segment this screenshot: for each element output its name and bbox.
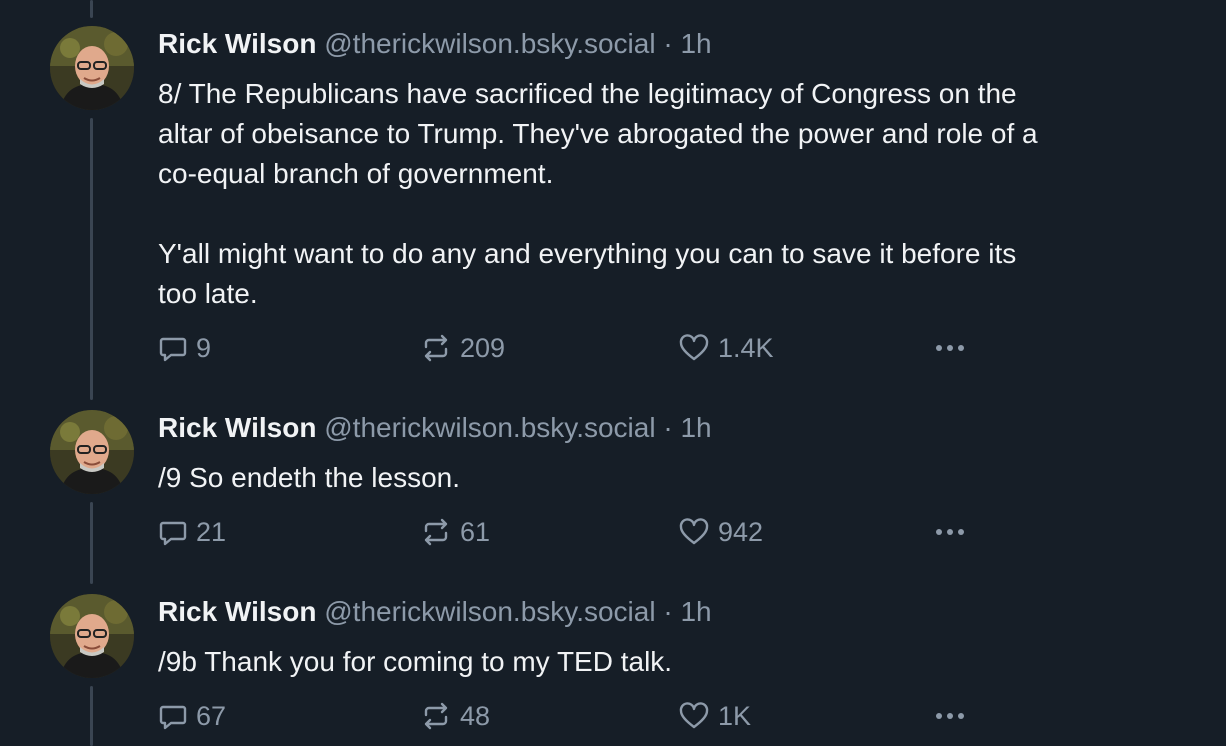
- heart-icon: [678, 517, 710, 547]
- more-options-icon: [936, 514, 964, 550]
- reply-count: 67: [196, 700, 227, 731]
- reply-icon: [158, 333, 188, 363]
- post-timestamp[interactable]: 1h: [680, 412, 711, 443]
- post-header: Rick Wilson @therickwilson.bsky.social ·…: [158, 26, 712, 62]
- repost-icon: [420, 701, 452, 731]
- avatar[interactable]: [50, 26, 134, 110]
- author-handle[interactable]: @therickwilson.bsky.social: [324, 596, 655, 627]
- like-button[interactable]: 942: [678, 514, 763, 550]
- reply-icon: [158, 701, 188, 731]
- repost-button[interactable]: 48: [420, 698, 490, 734]
- more-options-icon: [936, 330, 964, 366]
- post-item[interactable]: Rick Wilson @therickwilson.bsky.social ·…: [0, 564, 1226, 746]
- separator-dot: ·: [663, 596, 673, 627]
- like-count: 1.4K: [718, 332, 774, 363]
- repost-button[interactable]: 209: [420, 330, 505, 366]
- more-options-button[interactable]: [936, 330, 964, 366]
- post-text: /9 So endeth the lesson.: [158, 462, 460, 493]
- author-handle[interactable]: @therickwilson.bsky.social: [324, 412, 655, 443]
- more-options-button[interactable]: [936, 514, 964, 550]
- author-handle[interactable]: @therickwilson.bsky.social: [324, 28, 655, 59]
- heart-icon: [678, 701, 710, 731]
- reply-button[interactable]: 67: [158, 698, 226, 734]
- post-text: 8/ The Republicans have sacrificed the l…: [158, 78, 1038, 309]
- like-count: 942: [718, 516, 764, 547]
- separator-dot: ·: [663, 412, 673, 443]
- post-item[interactable]: Rick Wilson @therickwilson.bsky.social ·…: [0, 380, 1226, 564]
- reply-count: 21: [196, 516, 227, 547]
- heart-icon: [678, 333, 710, 363]
- separator-dot: ·: [663, 28, 673, 59]
- avatar[interactable]: [50, 594, 134, 678]
- like-button[interactable]: 1.4K: [678, 330, 774, 366]
- repost-button[interactable]: 61: [420, 514, 490, 550]
- repost-icon: [420, 333, 452, 363]
- post-timestamp[interactable]: 1h: [680, 28, 711, 59]
- repost-icon: [420, 517, 452, 547]
- like-button[interactable]: 1K: [678, 698, 751, 734]
- post-text: /9b Thank you for coming to my TED talk.: [158, 646, 673, 677]
- like-count: 1K: [718, 700, 752, 731]
- reply-button[interactable]: 9: [158, 330, 211, 366]
- author-name[interactable]: Rick Wilson: [158, 412, 316, 443]
- author-name[interactable]: Rick Wilson: [158, 596, 316, 627]
- more-options-icon: [936, 698, 964, 734]
- more-options-button[interactable]: [936, 698, 964, 734]
- post-item[interactable]: Rick Wilson @therickwilson.bsky.social ·…: [0, 0, 1226, 380]
- repost-count: 209: [460, 332, 506, 363]
- post-actions: 21 61 942: [158, 514, 998, 550]
- author-name[interactable]: Rick Wilson: [158, 28, 316, 59]
- avatar[interactable]: [50, 410, 134, 494]
- post-actions: 67 48 1K: [158, 698, 998, 734]
- post-timestamp[interactable]: 1h: [680, 596, 711, 627]
- post-header: Rick Wilson @therickwilson.bsky.social ·…: [158, 594, 712, 630]
- repost-count: 61: [460, 516, 491, 547]
- reply-count: 9: [196, 332, 212, 363]
- repost-count: 48: [460, 700, 491, 731]
- post-header: Rick Wilson @therickwilson.bsky.social ·…: [158, 410, 712, 446]
- reply-icon: [158, 517, 188, 547]
- reply-button[interactable]: 21: [158, 514, 226, 550]
- post-actions: 9 209 1.4K: [158, 330, 998, 366]
